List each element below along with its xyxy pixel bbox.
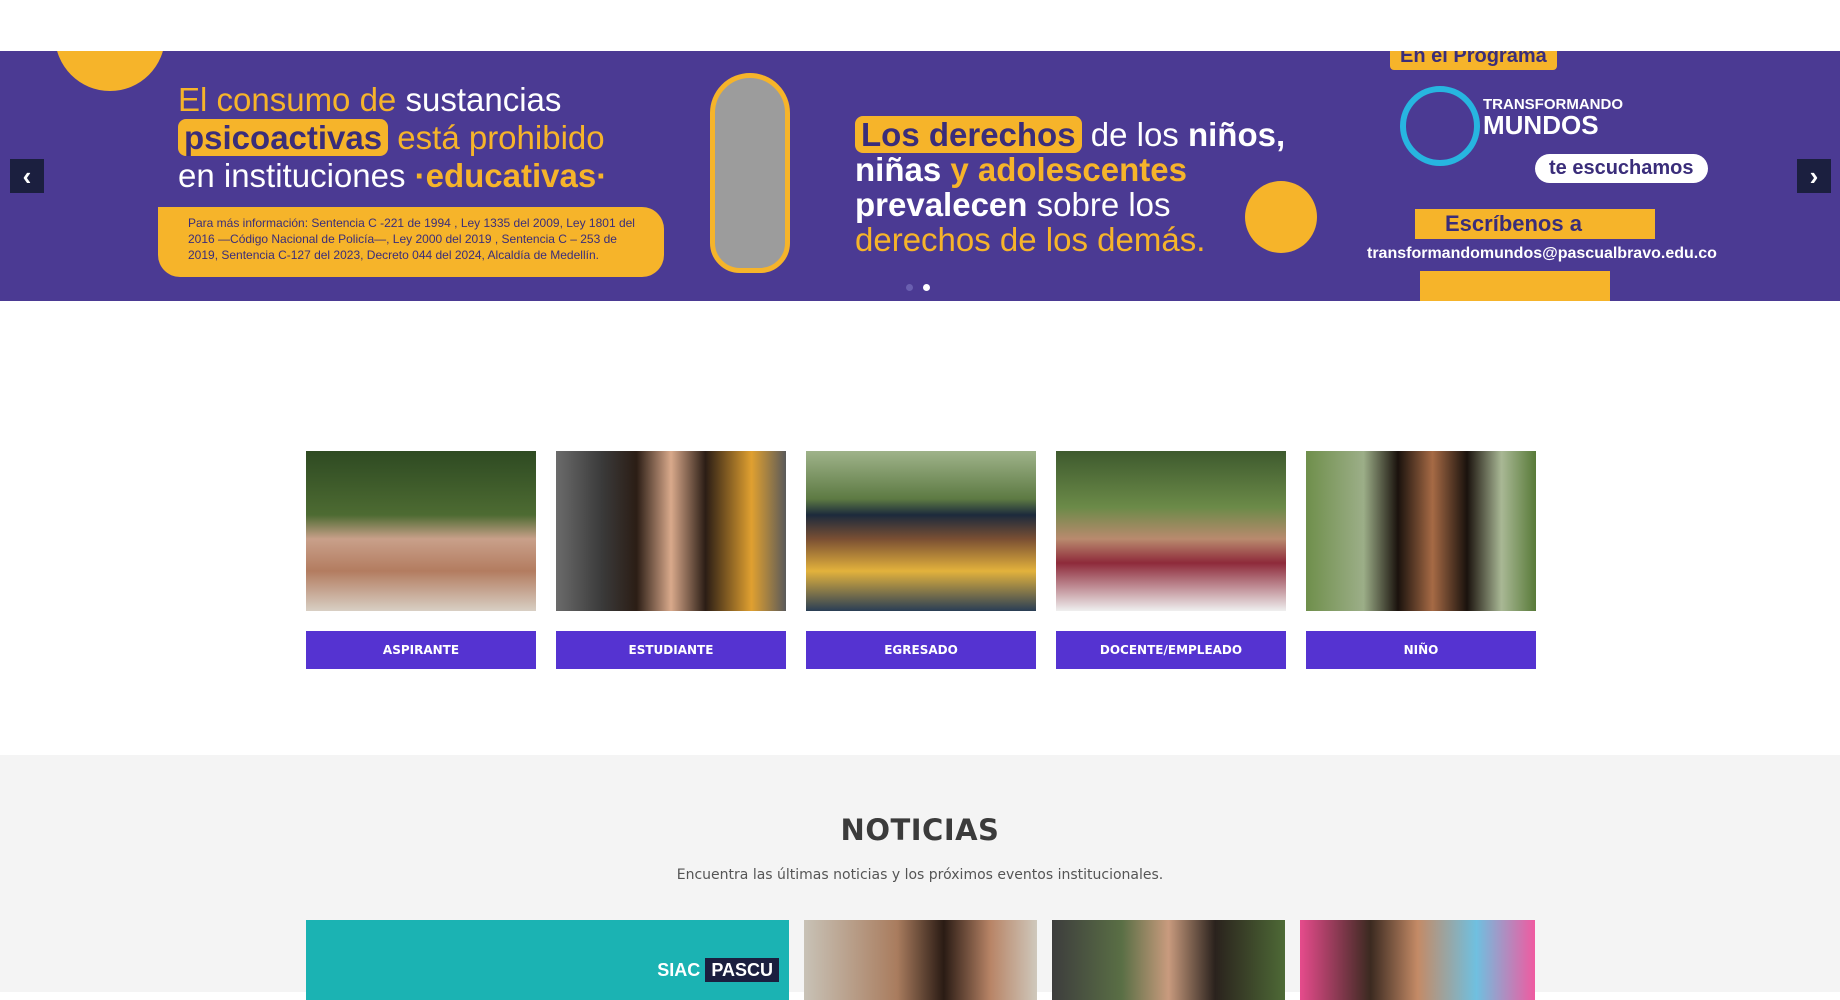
slider-next-button[interactable]: › [1797,159,1831,193]
news-subtitle: Encuentra las últimas noticias y los pró… [676,867,1164,883]
aspirante-button[interactable]: ASPIRANTE [306,631,536,669]
slider-dot[interactable] [906,284,913,291]
family-icon [1245,181,1317,253]
news-title: NOTICIAS [840,813,1000,847]
news-card[interactable] [1052,920,1285,1000]
target-logo-icon [1400,86,1480,166]
banner-text: sustancias [405,81,562,118]
graduate-photo[interactable] [806,451,1036,611]
decorative-shape [55,51,165,91]
estudiante-button[interactable]: ESTUDIANTE [556,631,786,669]
news-section: NOTICIAS Encuentra las últimas noticias … [0,755,1840,1000]
profile-docente: DOCENTE/EMPLEADO [1056,451,1286,669]
profile-nino: NIÑO [1306,451,1536,669]
chevron-right-icon: › [1809,160,1819,191]
banner-highlight: Los derechos [855,116,1082,153]
profile-egresado: EGRESADO [806,451,1036,669]
program-tag: En el Programa [1390,51,1557,70]
legal-info-box: Para más información: Sentencia C -221 d… [158,207,664,277]
profile-aspirante: ASPIRANTE [306,451,536,669]
child-photo[interactable] [1306,451,1536,611]
banner-text: ·educativas· [414,157,608,194]
news-card[interactable]: SIAC PASCU [306,920,789,1000]
banner-text: y adolescentes [950,151,1187,188]
docente-empleado-button[interactable]: DOCENTE/EMPLEADO [1056,631,1286,669]
write-label: Escríbenos a [1415,209,1655,239]
young-man-photo[interactable] [306,451,536,611]
news-card[interactable] [804,920,1037,1000]
banner-text: en instituciones [178,157,415,194]
banner-text: prevalecen [855,186,1028,223]
listen-badge: te escuchamos [1535,154,1708,183]
woman-photo[interactable] [1056,451,1286,611]
laptop-icon [1420,271,1610,301]
news-card[interactable] [1300,920,1535,1000]
nino-button[interactable]: NIÑO [1306,631,1536,669]
institution-logo: PASCU [705,958,779,982]
siac-logo: SIAC [657,960,701,980]
slider-dots [906,284,930,291]
brand-big: MUNDOS [1483,110,1599,140]
banner-text: niños, [1187,116,1286,153]
slider-prev-button[interactable]: ‹ [10,159,44,193]
slider-dot-active[interactable] [923,284,930,291]
contact-email: transformandomundos@pascualbravo.edu.co [1367,245,1717,262]
hero-slider: El consumo de sustancias psicoactivas es… [0,51,1840,301]
top-header-bar [0,0,1840,51]
egresado-button[interactable]: EGRESADO [806,631,1036,669]
banner-text: El consumo de [178,81,406,118]
banner-text: de los [1081,116,1188,153]
profile-estudiante: ESTUDIANTE [556,451,786,669]
banner-highlight: psicoactivas [178,119,389,156]
banner-text: sobre los [1027,186,1171,223]
banner-text: niñas [855,151,951,188]
young-woman-photo[interactable] [556,451,786,611]
banner-drugs-message: El consumo de sustancias psicoactivas es… [178,81,678,195]
banner-text: está prohibido [388,119,605,156]
stop-hand-icon [710,73,790,273]
chevron-left-icon: ‹ [22,160,32,191]
banner-program: En el Programa TRANSFORMANDO MUNDOS te e… [1355,51,1717,301]
program-brand: TRANSFORMANDO MUNDOS [1483,96,1623,140]
profile-selector: ASPIRANTE ESTUDIANTE EGRESADO DOCENTE/EM… [306,451,1536,669]
